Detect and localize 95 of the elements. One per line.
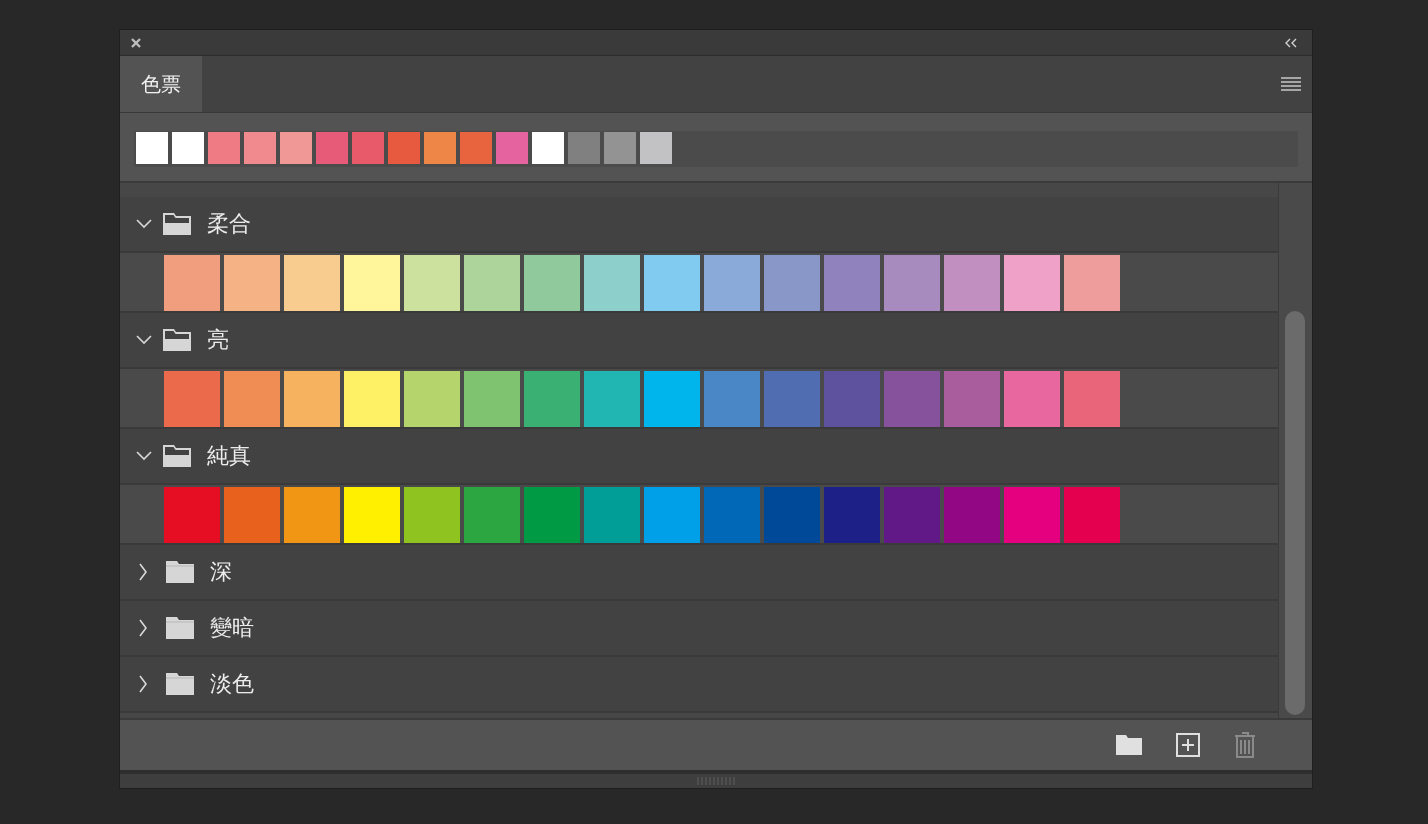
- folder-icon: [166, 561, 194, 583]
- color-swatch[interactable]: [884, 371, 940, 427]
- recent-swatch[interactable]: [640, 132, 672, 164]
- color-swatch[interactable]: [164, 487, 220, 543]
- color-swatch[interactable]: [764, 371, 820, 427]
- recent-swatch[interactable]: [532, 132, 564, 164]
- color-swatch[interactable]: [764, 255, 820, 311]
- recent-swatch[interactable]: [460, 132, 492, 164]
- folder-icon: [163, 445, 191, 467]
- color-swatch[interactable]: [704, 487, 760, 543]
- recent-swatch[interactable]: [316, 132, 348, 164]
- panel-tab[interactable]: 色票: [120, 56, 202, 112]
- color-swatch[interactable]: [164, 255, 220, 311]
- color-swatch[interactable]: [644, 487, 700, 543]
- color-swatch[interactable]: [1064, 487, 1120, 543]
- color-swatch[interactable]: [584, 487, 640, 543]
- color-swatch[interactable]: [584, 255, 640, 311]
- chevron-down-icon[interactable]: [135, 335, 153, 345]
- new-group-folder-icon[interactable]: [1116, 735, 1142, 755]
- swatch-group-header[interactable]: 柔合: [120, 197, 1278, 253]
- color-swatch[interactable]: [644, 371, 700, 427]
- color-swatch[interactable]: [404, 371, 460, 427]
- scrollbar-thumb[interactable]: [1285, 311, 1305, 715]
- color-swatch[interactable]: [944, 371, 1000, 427]
- color-swatch[interactable]: [404, 255, 460, 311]
- group-name: 深: [210, 558, 232, 586]
- color-swatch[interactable]: [224, 371, 280, 427]
- recent-swatch[interactable]: [280, 132, 312, 164]
- color-swatch[interactable]: [524, 255, 580, 311]
- color-swatch[interactable]: [704, 255, 760, 311]
- recent-swatch[interactable]: [604, 132, 636, 164]
- color-swatch[interactable]: [944, 255, 1000, 311]
- color-swatch[interactable]: [344, 371, 400, 427]
- close-icon[interactable]: [130, 36, 142, 49]
- color-swatch[interactable]: [224, 487, 280, 543]
- recent-swatch[interactable]: [172, 132, 204, 164]
- group-name: 柔合: [207, 210, 251, 238]
- color-swatch[interactable]: [1004, 487, 1060, 543]
- color-swatch[interactable]: [764, 487, 820, 543]
- chevron-right-icon[interactable]: [138, 675, 148, 693]
- color-swatch[interactable]: [344, 255, 400, 311]
- recent-swatch[interactable]: [136, 132, 168, 164]
- swatch-group-header[interactable]: 淡色: [120, 657, 1278, 713]
- recent-swatch[interactable]: [568, 132, 600, 164]
- color-swatch[interactable]: [464, 255, 520, 311]
- recent-swatch[interactable]: [352, 132, 384, 164]
- recent-swatch[interactable]: [424, 132, 456, 164]
- folder-icon: [163, 329, 191, 351]
- group-name: 純真: [207, 442, 251, 470]
- color-swatch[interactable]: [464, 371, 520, 427]
- color-swatch[interactable]: [824, 487, 880, 543]
- chevron-down-icon[interactable]: [135, 451, 153, 461]
- color-swatch[interactable]: [464, 487, 520, 543]
- color-swatch[interactable]: [524, 487, 580, 543]
- color-swatch[interactable]: [524, 371, 580, 427]
- color-swatch[interactable]: [284, 487, 340, 543]
- color-swatch[interactable]: [344, 487, 400, 543]
- trash-icon[interactable]: [1234, 732, 1256, 758]
- chevron-right-icon[interactable]: [138, 563, 148, 581]
- swatch-group-header[interactable]: 深: [120, 545, 1278, 601]
- color-swatch[interactable]: [884, 487, 940, 543]
- new-swatch-icon[interactable]: [1176, 733, 1200, 757]
- group-name: 亮: [207, 326, 229, 354]
- swatch-group-header[interactable]: 亮: [120, 313, 1278, 369]
- folder-icon: [166, 617, 194, 639]
- color-swatch[interactable]: [884, 255, 940, 311]
- swatch-group-header[interactable]: 純真: [120, 429, 1278, 485]
- color-swatch[interactable]: [1064, 371, 1120, 427]
- group-name: 淡色: [210, 670, 254, 698]
- folder-icon: [166, 673, 194, 695]
- recent-swatch[interactable]: [208, 132, 240, 164]
- color-swatch[interactable]: [1004, 371, 1060, 427]
- color-swatch[interactable]: [404, 487, 460, 543]
- recent-swatch[interactable]: [388, 132, 420, 164]
- color-swatch[interactable]: [284, 255, 340, 311]
- recent-swatch[interactable]: [496, 132, 528, 164]
- recent-swatch[interactable]: [244, 132, 276, 164]
- color-swatch[interactable]: [1004, 255, 1060, 311]
- color-swatch[interactable]: [224, 255, 280, 311]
- color-swatch[interactable]: [584, 371, 640, 427]
- color-swatch[interactable]: [284, 371, 340, 427]
- chevron-right-icon[interactable]: [138, 619, 148, 637]
- double-chevron-icon[interactable]: [1284, 37, 1298, 48]
- color-swatch[interactable]: [164, 371, 220, 427]
- swatch-group-header[interactable]: 變暗: [120, 601, 1278, 657]
- color-swatch[interactable]: [1064, 255, 1120, 311]
- group-name: 變暗: [210, 614, 254, 642]
- menu-icon[interactable]: [1281, 77, 1301, 91]
- color-swatch[interactable]: [704, 371, 760, 427]
- color-swatch[interactable]: [644, 255, 700, 311]
- chevron-down-icon[interactable]: [135, 219, 153, 229]
- color-swatch[interactable]: [944, 487, 1000, 543]
- color-swatch[interactable]: [824, 255, 880, 311]
- color-swatch[interactable]: [824, 371, 880, 427]
- folder-icon: [163, 213, 191, 235]
